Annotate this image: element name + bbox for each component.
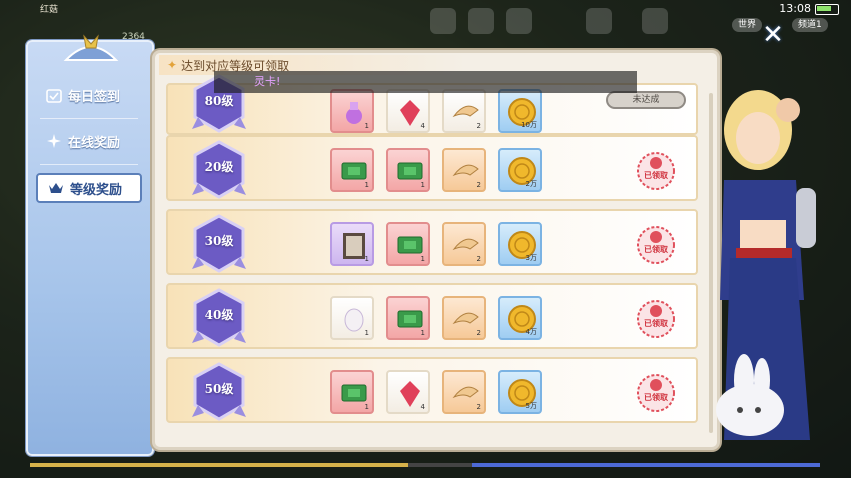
battery-icon	[815, 4, 839, 15]
hud-menu-icon[interactable]	[642, 8, 668, 34]
crown-icon	[49, 183, 63, 193]
close-button[interactable]: ✕	[760, 22, 786, 48]
sidebar-item-online-reward[interactable]: 在线奖励	[36, 126, 142, 156]
item-quantity: 1	[364, 255, 369, 263]
sidebar-divider	[40, 118, 138, 119]
level-label: 50级	[204, 382, 234, 396]
reward-item-card[interactable]: 1	[386, 222, 430, 266]
item-quantity: 1	[364, 181, 369, 189]
sparkle-icon	[47, 134, 61, 148]
item-quantity: 1	[420, 329, 425, 337]
level-label: 40级	[204, 308, 234, 322]
reward-item-card[interactable]: 1	[330, 148, 374, 192]
claimed-status: 已领取	[644, 245, 668, 254]
sidebar-item-daily-signin[interactable]: 每日签到	[36, 80, 142, 110]
player-name: 红菇	[40, 5, 59, 15]
item-quantity: 2	[476, 403, 481, 411]
sidebar-item-level-reward[interactable]: 等级奖励	[36, 173, 142, 203]
item-quantity: 4	[420, 403, 425, 411]
ribbon-emblem-icon	[63, 34, 119, 61]
item-quantity: 1	[420, 255, 425, 263]
level-reward-panel: ✦ 达到对应等级可领取 80级 1 4 2 10万 未达成 20级 1 1 2 2万 已领取 30级 1 1…	[152, 50, 720, 450]
item-quantity: 1	[420, 181, 425, 189]
reward-item-coin[interactable]: 5万	[498, 370, 542, 414]
level-reward-row: 30级 1 1 2 3万 已领取	[166, 209, 698, 275]
item-quantity: 4	[420, 122, 425, 130]
status-time: 13:08	[779, 2, 811, 15]
reward-item-coin[interactable]: 2万	[498, 148, 542, 192]
item-quantity: 1	[364, 329, 369, 337]
reward-item-book[interactable]: 1	[330, 222, 374, 266]
reward-item-coin[interactable]: 10万	[498, 89, 542, 133]
item-quantity: 1	[364, 403, 369, 411]
top-hud: 红菇 2364 世界 频道1 13:08	[0, 0, 851, 42]
reward-item-crystal[interactable]: 4	[386, 370, 430, 414]
reward-sidebar: 每日签到 在线奖励 等级奖励	[26, 34, 154, 456]
item-quantity: 2	[476, 122, 481, 130]
reward-item-wing[interactable]: 2	[442, 89, 486, 133]
item-quantity: 10万	[521, 121, 537, 129]
reward-item-card[interactable]: 1	[386, 296, 430, 340]
reward-item-coin[interactable]: 3万	[498, 222, 542, 266]
claimed-status: 已领取	[644, 171, 668, 180]
hud-menu-icon[interactable]	[506, 8, 532, 34]
reward-item-wing[interactable]: 2	[442, 370, 486, 414]
sidebar-divider	[40, 164, 138, 165]
item-quantity: 5万	[525, 402, 537, 410]
level-reward-row: 50级 1 4 2 5万 已领取	[166, 357, 698, 423]
reward-item-wing[interactable]: 2	[442, 222, 486, 266]
level-label: 80级	[204, 94, 234, 108]
chat-filter[interactable]: 世界	[732, 18, 763, 32]
secondary-fill	[472, 463, 820, 467]
item-quantity: 2	[476, 329, 481, 337]
hud-menu-icon[interactable]	[468, 8, 494, 34]
hud-menu-icon[interactable]	[430, 8, 456, 34]
item-quantity: 4万	[525, 328, 537, 336]
reward-item-wing[interactable]: 2	[442, 296, 486, 340]
reward-item-card[interactable]: 1	[330, 370, 374, 414]
reward-item-crystal[interactable]: 4	[386, 89, 430, 133]
reward-item-coin[interactable]: 4万	[498, 296, 542, 340]
item-quantity: 2	[476, 255, 481, 263]
claimed-status: 已领取	[644, 393, 668, 402]
item-quantity: 2	[476, 181, 481, 189]
hud-menu-icon[interactable]	[586, 8, 612, 34]
calendar-check-icon	[46, 89, 62, 103]
item-name-tooltip: 灵卡!	[214, 71, 637, 93]
experience-bar	[30, 463, 820, 467]
item-quantity: 1	[364, 122, 369, 130]
character-illustration	[716, 90, 816, 440]
sidebar-item-label: 等级奖励	[70, 182, 123, 198]
not-reached-button[interactable]: 未达成	[606, 91, 686, 109]
experience-fill	[30, 463, 408, 467]
level-reward-row: 40级 1 1 2 4万 已领取	[166, 283, 698, 349]
reward-item-wing[interactable]: 2	[442, 148, 486, 192]
level-label: 20级	[204, 160, 234, 174]
sparkle-icon: ✦	[167, 58, 178, 72]
reward-item-potion[interactable]: 1	[330, 89, 374, 133]
reward-item-card[interactable]: 1	[386, 148, 430, 192]
reward-item-egg[interactable]: 1	[330, 296, 374, 340]
claimed-status: 已领取	[644, 319, 668, 328]
sidebar-item-label: 每日签到	[68, 89, 121, 105]
item-quantity: 2万	[525, 180, 537, 188]
sidebar-item-label: 在线奖励	[68, 135, 121, 151]
level-reward-row: 20级 1 1 2 2万 已领取	[166, 135, 698, 201]
chat-channel[interactable]: 频道1	[792, 18, 828, 32]
level-label: 30级	[204, 234, 234, 248]
item-quantity: 3万	[525, 254, 537, 262]
